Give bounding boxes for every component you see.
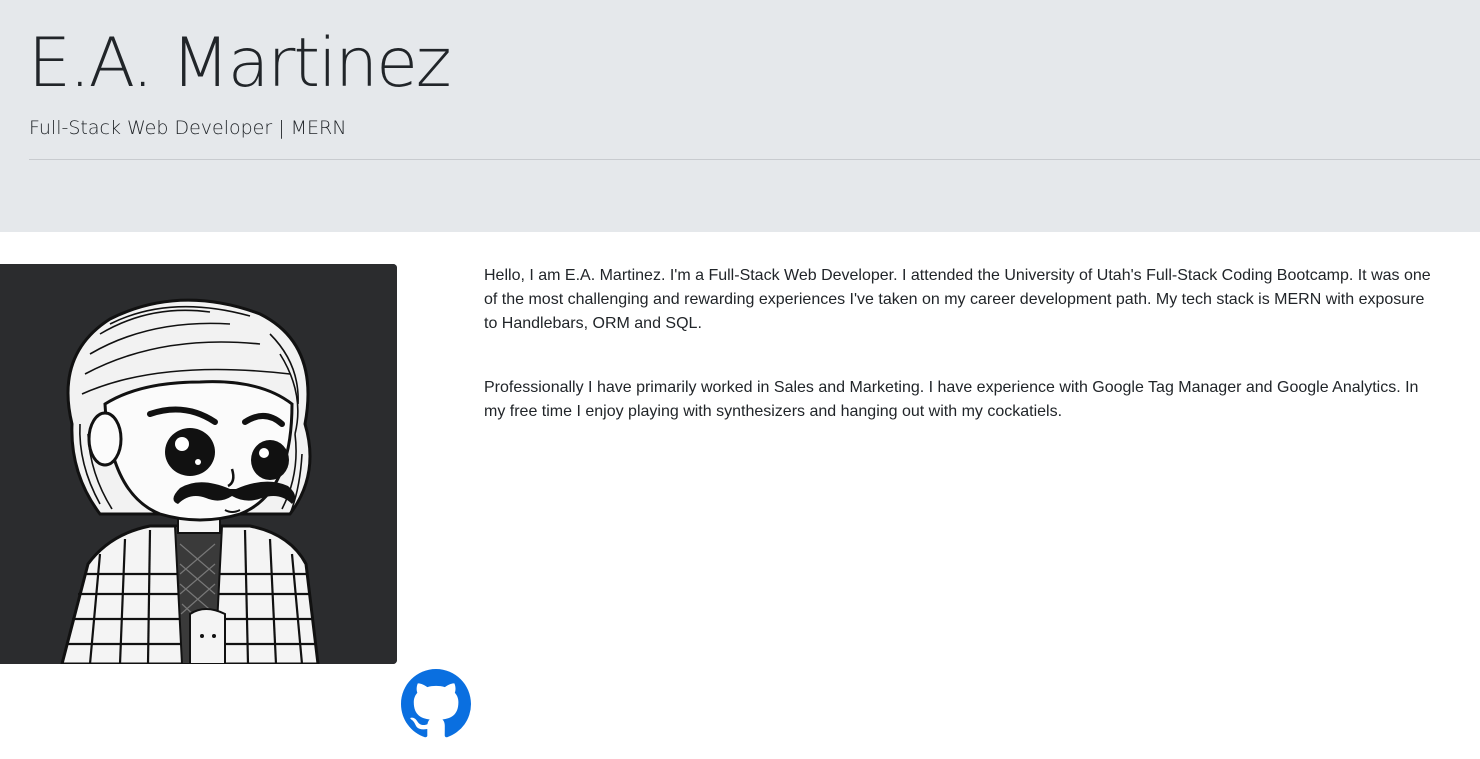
github-link[interactable]	[401, 669, 471, 739]
about-paragraph-intro: Hello, I am E.A. Martinez. I'm a Full-St…	[484, 267, 1431, 332]
page-subtitle: Full-Stack Web Developer | MERN	[29, 117, 347, 139]
profile-avatar	[0, 264, 397, 664]
about-paragraph-professional: Professionally I have primarily worked i…	[484, 379, 1419, 420]
avatar-illustration	[0, 264, 397, 664]
header-divider	[29, 159, 1480, 160]
header-jumbotron: E.A. Martinez Full-Stack Web Developer |…	[0, 0, 1480, 232]
github-icon[interactable]	[401, 669, 471, 739]
about-section: Hello, I am E.A. Martinez. I'm a Full-St…	[484, 264, 1434, 464]
page-title: E.A. Martinez	[28, 24, 452, 103]
